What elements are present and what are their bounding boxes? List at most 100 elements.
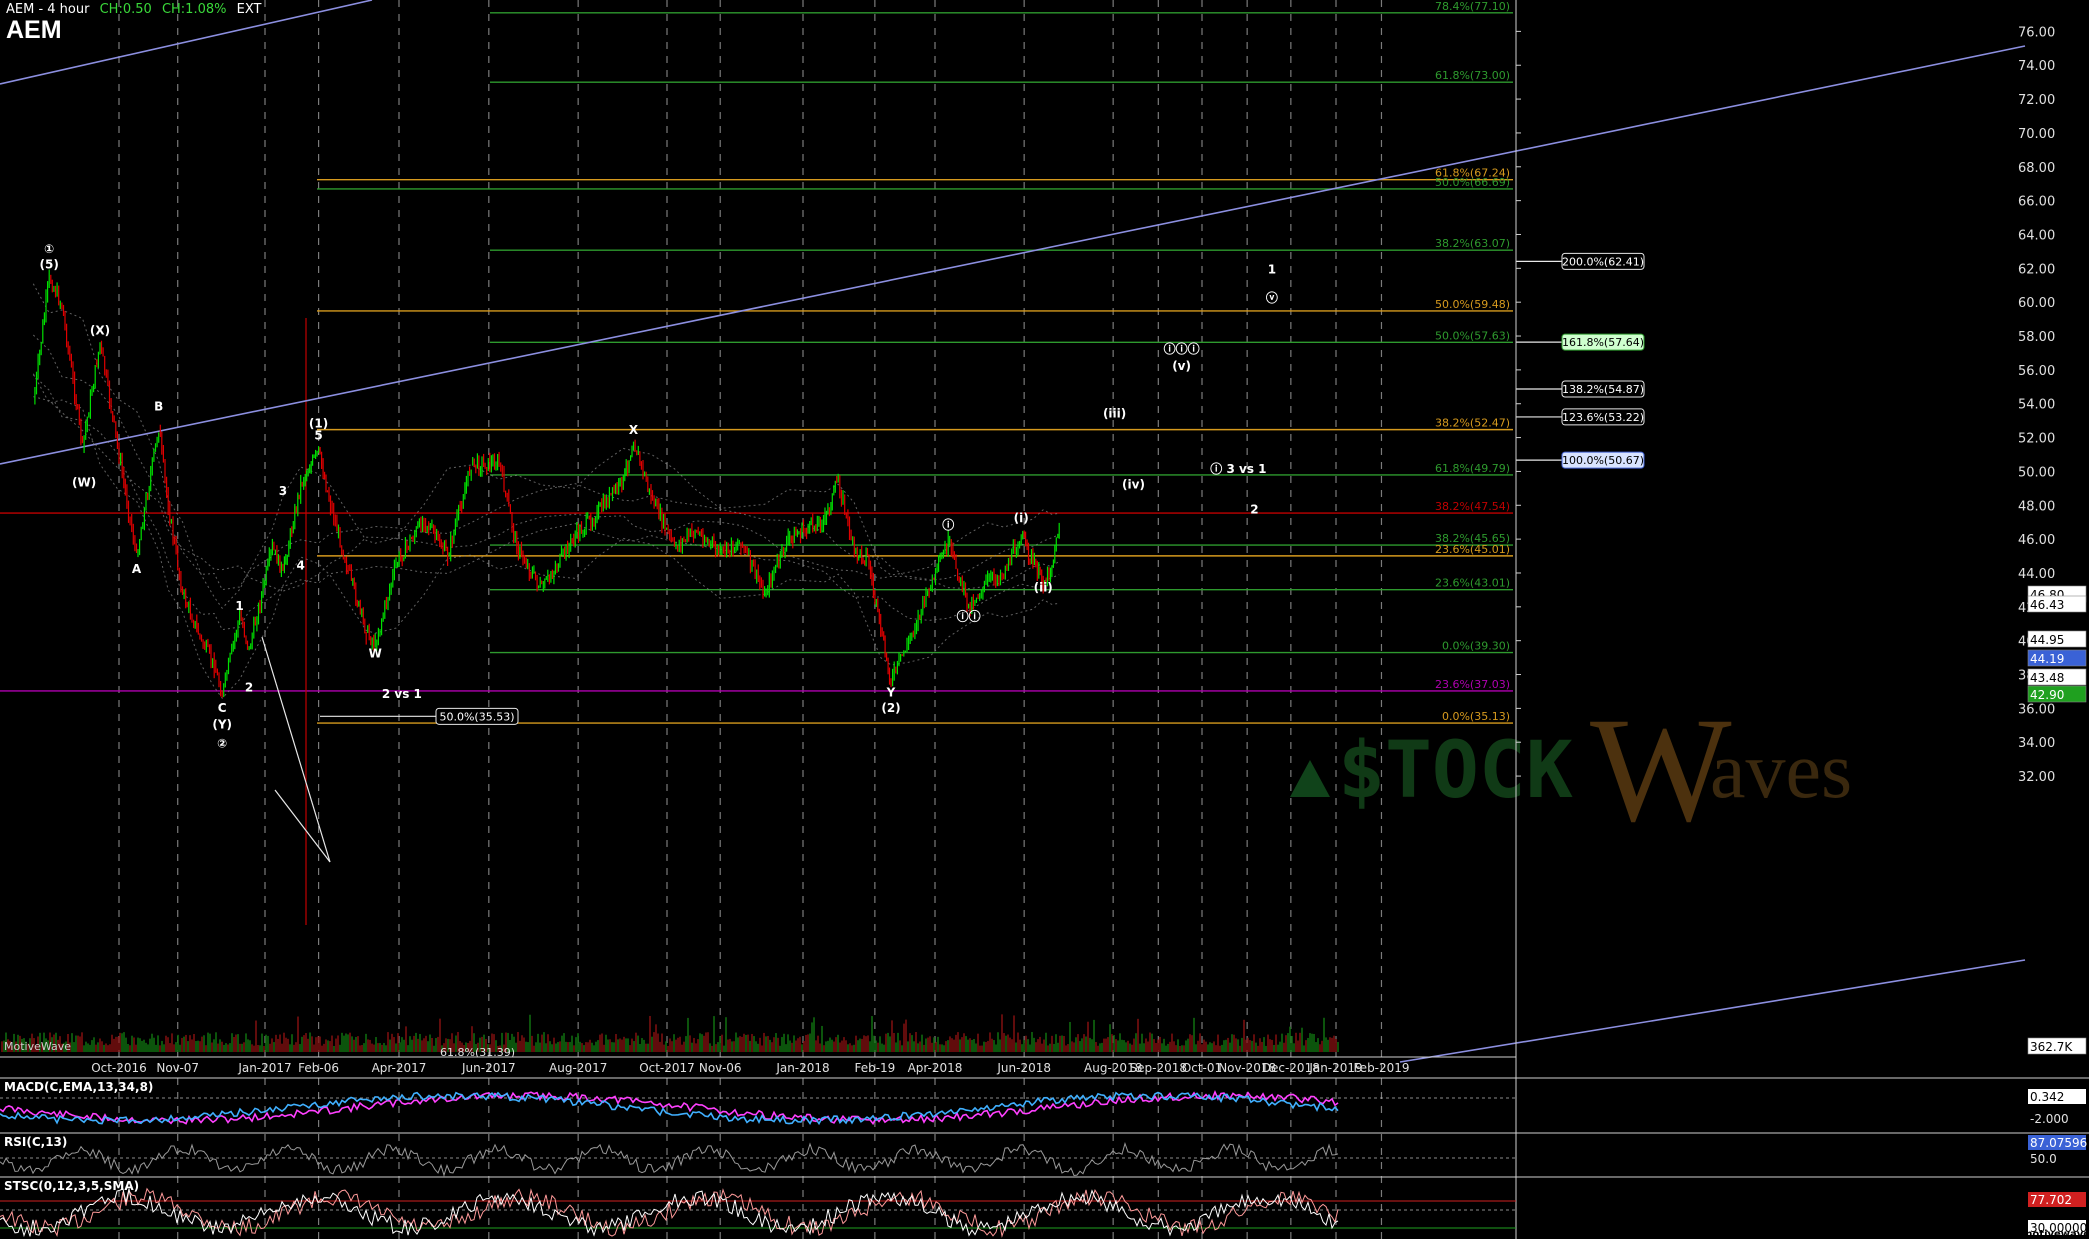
x-tick-label-6: Aug-2017 [549, 1061, 607, 1075]
x-tick-label-4: Apr-2017 [372, 1061, 427, 1075]
wave-label-15: W [369, 647, 382, 661]
watermark-brand-aves: aves [1710, 727, 1852, 815]
y-tick-label-10: 52.00 [2018, 432, 2055, 447]
wave-label-23: (ii) [1034, 581, 1053, 595]
fib-label-5: 50.0%(59.48) [1435, 298, 1510, 311]
y-tick-label-20: 72.00 [2018, 93, 2055, 108]
y-tick-label-6: 44.00 [2018, 567, 2055, 582]
fib-label-12: 23.6%(43.01) [1435, 577, 1510, 590]
wave-label-7: 2 [245, 681, 253, 695]
y-tick-label-18: 68.00 [2018, 161, 2055, 176]
x-tick-label-3: Feb-06 [298, 1061, 339, 1075]
ext-label-0: 200.0%(62.41) [1562, 255, 1644, 268]
x-tick-label-14: Sep-2018 [1130, 1061, 1188, 1075]
price-box-label-6: 362.7K [2030, 1040, 2073, 1054]
wedge-line-upper [261, 636, 331, 863]
indicator-panel-0: MACD(C,EMA,13,34,8) 0.342 -2.000 [0, 1077, 2089, 1126]
volume-bars [1, 1014, 1339, 1052]
fib-label-0: 78.4%(77.10) [1435, 0, 1510, 13]
price-axis: 32.0034.0036.0038.0040.0042.0044.0046.00… [1515, 0, 2087, 1239]
panel-value-0-0: 0.342 [2030, 1090, 2064, 1104]
fib-levels: 78.4%(77.10)61.8%(73.00)61.8%(67.24)50.0… [0, 0, 1513, 724]
fib-label-13: 0.0%(39.30) [1442, 640, 1510, 653]
y-tick-label-14: 60.00 [2018, 296, 2055, 311]
wave-label-14: 5 [314, 428, 322, 442]
ext-label-4: 100.0%(50.67) [1562, 454, 1644, 467]
y-tick-label-11: 54.00 [2018, 398, 2055, 413]
y-tick-label-0: 32.00 [2018, 770, 2055, 785]
wave-label-12: 4 [297, 559, 305, 573]
wave-label-11: 3 [279, 484, 287, 498]
x-tick-label-7: Oct-2017 [639, 1061, 695, 1075]
x-tick-label-10: Feb-19 [854, 1061, 895, 1075]
symbol-interval: AEM - 4 hour [6, 2, 90, 17]
wave-label-3: (W) [72, 476, 96, 490]
y-tick-label-2: 36.00 [2018, 702, 2055, 717]
panel-value-1-0: 87.07596 [2030, 1136, 2087, 1150]
fib-label-9: 38.2%(47.54) [1435, 500, 1510, 513]
wave-label-0: ① [44, 242, 54, 256]
oscillator-line-1-0 [0, 1141, 1339, 1177]
x-tick-label-15: Oct-01 [1182, 1061, 1222, 1075]
wave-label-22: (i) [1014, 511, 1029, 525]
wave-label-19: (2) [881, 701, 900, 715]
ext-label-5: 50.0%(35.53) [439, 710, 514, 723]
ext-label-3: 123.6%(53.22) [1562, 411, 1644, 424]
wave-label-8: C [218, 701, 227, 715]
fib-label-7: 38.2%(52.47) [1435, 417, 1510, 430]
y-tick-label-12: 56.00 [2018, 364, 2055, 379]
fib-label-6: 50.0%(57.63) [1435, 329, 1510, 342]
price-bars [34, 269, 1060, 698]
x-tick-label-19: Feb-2019 [1353, 1061, 1409, 1075]
envelope-band-2 [32, 334, 1060, 591]
wave-label-31: 2 [1250, 503, 1258, 517]
stockwaves-watermark: $TOCK Waves [1290, 687, 1852, 853]
wave-label-25: (iii) [1103, 406, 1126, 420]
x-tick-label-1: Nov-07 [156, 1061, 199, 1075]
wave-label-30: ⓥ [1266, 290, 1278, 305]
panel-title-1: RSI(C,13) [4, 1135, 67, 1149]
panel-value-1-1: 50.0 [2030, 1152, 2057, 1166]
wave-label-27: (v) [1172, 359, 1191, 373]
price-box-label-4: 43.48 [2030, 671, 2064, 685]
wave-label-17: X [629, 423, 639, 437]
symbol-title: AEM [6, 16, 62, 44]
trendline-upper [0, 45, 2026, 465]
y-tick-label-7: 46.00 [2018, 533, 2055, 548]
change-value: CH:0.50 [99, 2, 152, 17]
indicator-panel-2: STSC(0,12,3,5,SMA)77.70230.00000 [0, 1176, 2089, 1238]
fib-label-11: 23.6%(45.01) [1435, 543, 1510, 556]
price-chart-svg[interactable]: 78.4%(77.10)61.8%(73.00)61.8%(67.24)50.0… [0, 0, 2089, 1239]
y-tick-label-13: 58.00 [2018, 330, 2055, 345]
ext-label-1: 161.8%(57.64) [1562, 336, 1644, 349]
wave-label-1: (5) [40, 257, 59, 271]
fib-label-3: 50.0%(66.69) [1435, 176, 1510, 189]
y-tick-label-9: 50.00 [2018, 465, 2055, 480]
oscillator-line-0-0 [0, 1090, 1339, 1126]
oscillator-line-2-1 [0, 1188, 1339, 1238]
y-tick-label-17: 66.00 [2018, 195, 2055, 210]
x-tick-label-0: Oct-2016 [91, 1061, 147, 1075]
x-tick-label-8: Nov-06 [699, 1061, 742, 1075]
price-box-label-5: 42.90 [2030, 688, 2064, 702]
footer-brand: motivewave.com [2022, 1229, 2089, 1239]
y-tick-label-22: 76.00 [2018, 25, 2055, 40]
x-tick-label-5: Jun-2017 [461, 1061, 516, 1075]
wave-label-20: ⓘ [942, 517, 954, 532]
wave-label-5: A [132, 562, 142, 576]
price-box-label-1: 46.43 [2030, 598, 2064, 612]
y-tick-label-16: 64.00 [2018, 228, 2055, 243]
envelope-band-0 [32, 283, 1060, 609]
time-axis: Oct-2016 Nov-07 Jan-2017 Feb-06 Apr-2017 Jun-… [0, 1056, 1516, 1075]
fib-label-1: 61.8%(73.00) [1435, 69, 1510, 82]
wedge-line-lower [274, 789, 331, 863]
y-tick-label-15: 62.00 [2018, 262, 2055, 277]
x-tick-label-9: Jan-2018 [775, 1061, 829, 1075]
watermark-brand: $TOCK [1338, 726, 1573, 816]
trendline-lower [1399, 959, 2026, 1063]
chart-stage[interactable]: 78.4%(77.10) 61.8%(73.00) 61.8%(67.24) 50.0… [0, 0, 2089, 1239]
change-percent: CH:1.08% [161, 2, 227, 17]
x-tick-label-11: Apr-2018 [908, 1061, 963, 1075]
extension-boxes: 200.0%(62.41) 161.8%(57.64) 138.2%(54.87) 1… [320, 252, 1645, 725]
wave-label-16: 2 vs 1 [382, 687, 422, 701]
